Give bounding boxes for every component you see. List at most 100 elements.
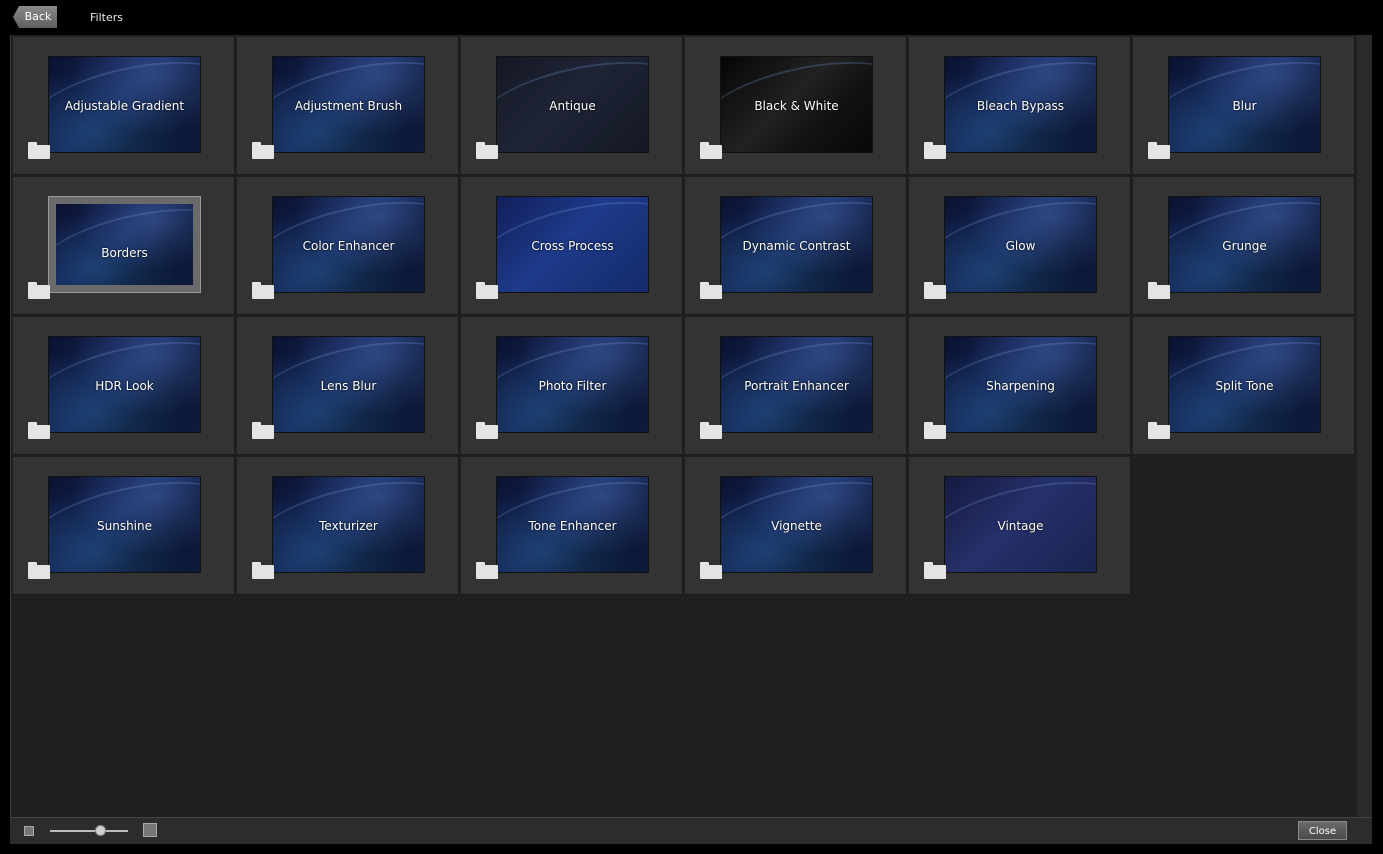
folder-icon[interactable]	[476, 562, 498, 579]
close-button[interactable]: Close	[1298, 821, 1347, 840]
filter-label: Vintage	[997, 519, 1044, 533]
folder-icon[interactable]	[1148, 422, 1170, 439]
filter-thumbnail[interactable]: Antique	[497, 57, 648, 152]
thumbnail-size-slider[interactable]	[50, 825, 128, 836]
filter-label: Blur	[1232, 99, 1257, 113]
filter-label: Photo Filter	[538, 379, 607, 393]
filter-thumbnail[interactable]: Blur	[1169, 57, 1320, 152]
filter-tile[interactable]: Blur	[1133, 37, 1355, 175]
folder-icon[interactable]	[28, 282, 50, 299]
filter-thumbnail[interactable]: Lens Blur	[273, 337, 424, 432]
folder-icon[interactable]	[476, 422, 498, 439]
filter-tile[interactable]: Adjustment Brush	[237, 37, 459, 175]
filter-label: Dynamic Contrast	[742, 239, 851, 253]
filter-label: Texturizer	[319, 519, 378, 533]
folder-icon[interactable]	[252, 562, 274, 579]
filter-label: Borders	[101, 246, 148, 260]
folder-icon[interactable]	[700, 142, 722, 159]
folder-icon[interactable]	[252, 142, 274, 159]
page-title: Filters	[90, 11, 123, 24]
filter-tile[interactable]: Black & White	[685, 37, 907, 175]
folder-icon[interactable]	[924, 282, 946, 299]
filter-label: Portrait Enhancer	[744, 379, 849, 393]
filter-label: Split Tone	[1215, 379, 1274, 393]
folder-icon[interactable]	[252, 422, 274, 439]
folder-icon[interactable]	[924, 422, 946, 439]
filter-thumbnail[interactable]: Bleach Bypass	[945, 57, 1096, 152]
folder-icon[interactable]	[924, 142, 946, 159]
filter-tile[interactable]: Sharpening	[909, 317, 1131, 455]
filter-thumbnail[interactable]: Dynamic Contrast	[721, 197, 872, 292]
filter-tile[interactable]: Photo Filter	[461, 317, 683, 455]
filter-tile[interactable]: Glow	[909, 177, 1131, 315]
folder-icon[interactable]	[252, 282, 274, 299]
folder-icon[interactable]	[28, 142, 50, 159]
folder-icon[interactable]	[1148, 282, 1170, 299]
zoom-out-icon[interactable]	[24, 826, 34, 836]
folder-icon[interactable]	[28, 422, 50, 439]
filter-thumbnail[interactable]: Sunshine	[49, 477, 200, 572]
filter-thumbnail[interactable]: Color Enhancer	[273, 197, 424, 292]
filter-label: Adjustable Gradient	[64, 99, 185, 113]
filter-tile[interactable]: Grunge	[1133, 177, 1355, 315]
filter-label: Color Enhancer	[302, 239, 395, 253]
filter-label: Adjustment Brush	[294, 99, 403, 113]
filter-label: Vignette	[771, 519, 822, 533]
folder-icon[interactable]	[476, 282, 498, 299]
filter-tile[interactable]: HDR Look	[13, 317, 235, 455]
filter-tile[interactable]: Antique	[461, 37, 683, 175]
filter-thumbnail[interactable]: Texturizer	[273, 477, 424, 572]
zoom-in-icon[interactable]	[143, 823, 157, 837]
filter-thumbnail[interactable]: Black & White	[721, 57, 872, 152]
filter-label: Bleach Bypass	[976, 99, 1065, 113]
vertical-scrollbar[interactable]	[1357, 35, 1372, 817]
filter-tile[interactable]: Bleach Bypass	[909, 37, 1131, 175]
folder-icon[interactable]	[924, 562, 946, 579]
filter-thumbnail[interactable]: Borders	[48, 196, 201, 293]
filters-window: Back Filters Adjustable Gradient Adjustme…	[0, 0, 1383, 854]
folder-icon[interactable]	[28, 562, 50, 579]
filter-tile[interactable]: Split Tone	[1133, 317, 1355, 455]
filter-label: Antique	[549, 99, 596, 113]
filter-thumbnail[interactable]: Grunge	[1169, 197, 1320, 292]
folder-icon[interactable]	[700, 562, 722, 579]
filter-thumbnail[interactable]: Portrait Enhancer	[721, 337, 872, 432]
filter-tile[interactable]: Adjustable Gradient	[13, 37, 235, 175]
filter-thumbnail[interactable]: Sharpening	[945, 337, 1096, 432]
filter-thumbnail[interactable]: Glow	[945, 197, 1096, 292]
filter-tile[interactable]: Texturizer	[237, 457, 459, 595]
filter-thumbnail[interactable]: Photo Filter	[497, 337, 648, 432]
top-bar: Back Filters	[0, 0, 1383, 34]
slider-handle[interactable]	[95, 825, 107, 836]
filter-tile[interactable]: Vignette	[685, 457, 907, 595]
filter-tile[interactable]: Sunshine	[13, 457, 235, 595]
folder-icon[interactable]	[700, 282, 722, 299]
folder-icon[interactable]	[476, 142, 498, 159]
filter-label: Lens Blur	[320, 379, 377, 393]
filter-thumbnail[interactable]: Tone Enhancer	[497, 477, 648, 572]
filter-tile[interactable]: Dynamic Contrast	[685, 177, 907, 315]
filter-tile[interactable]: Color Enhancer	[237, 177, 459, 315]
filter-tile[interactable]: Portrait Enhancer	[685, 317, 907, 455]
filter-label: Sunshine	[96, 519, 152, 533]
filter-label: Sharpening	[986, 379, 1055, 393]
folder-icon[interactable]	[700, 422, 722, 439]
filter-label: Grunge	[1222, 239, 1267, 253]
filter-thumbnail[interactable]: Vignette	[721, 477, 872, 572]
filter-label: HDR Look	[95, 379, 154, 393]
folder-icon[interactable]	[1148, 142, 1170, 159]
filter-tile[interactable]: Borders	[13, 177, 235, 315]
filter-thumbnail[interactable]: Cross Process	[497, 197, 648, 292]
filter-thumbnail[interactable]: HDR Look	[49, 337, 200, 432]
filter-tile[interactable]: Lens Blur	[237, 317, 459, 455]
filter-thumbnail[interactable]: Split Tone	[1169, 337, 1320, 432]
bottom-bar: Close	[10, 817, 1372, 844]
filter-tile[interactable]: Tone Enhancer	[461, 457, 683, 595]
filter-tile[interactable]: Cross Process	[461, 177, 683, 315]
filter-thumbnail[interactable]: Adjustment Brush	[273, 57, 424, 152]
filter-thumbnail[interactable]: Adjustable Gradient	[49, 57, 200, 152]
filter-tile[interactable]: Vintage	[909, 457, 1131, 595]
filter-thumbnail[interactable]: Vintage	[945, 477, 1096, 572]
back-button[interactable]: Back	[13, 6, 57, 28]
filter-label: Black & White	[754, 99, 839, 113]
